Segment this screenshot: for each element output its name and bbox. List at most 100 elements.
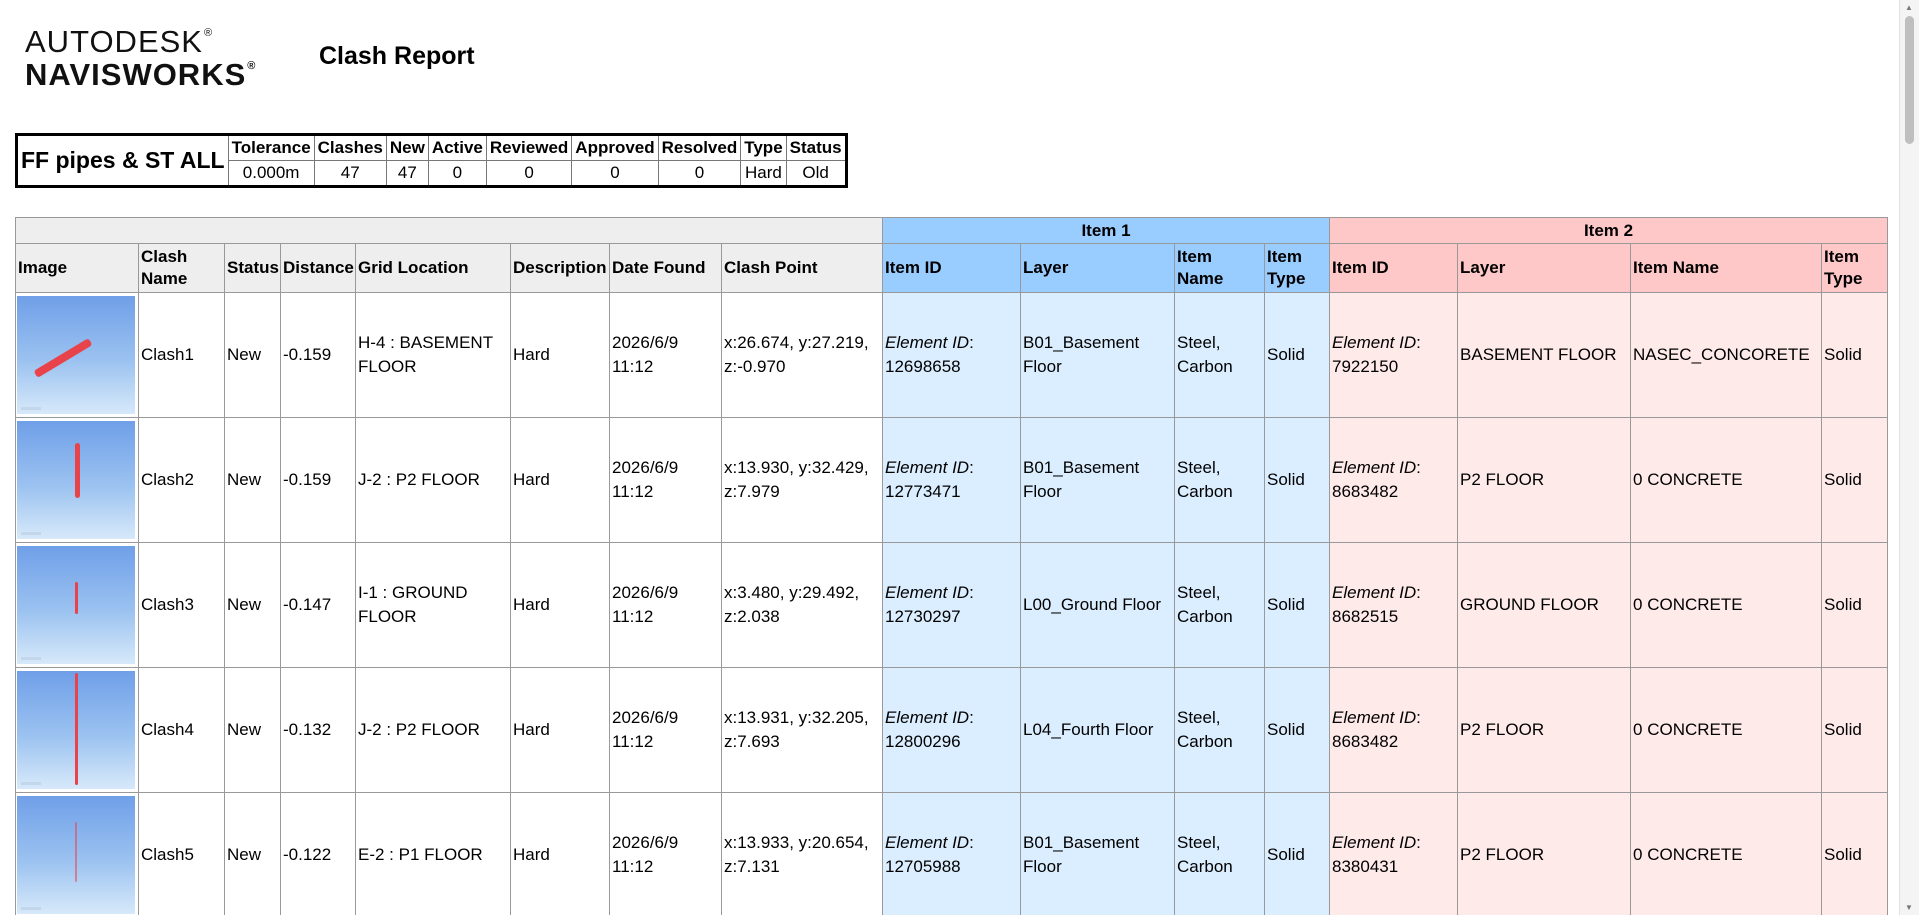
logo-registered-mark: ® [247, 60, 257, 72]
summary-header: Reviewed [485, 134, 573, 161]
item1-layer: B01_Basement Floor [1020, 792, 1175, 915]
column-header-item1-type: Item Type [1263, 243, 1331, 293]
summary-header: Active [427, 134, 487, 161]
clash-name: Clash4 [138, 667, 225, 793]
clash-results-table: Item 1 Item 2 Image Clash Name Status Di… [15, 217, 1889, 915]
item2-type: Solid [1821, 667, 1889, 793]
report-page: AUTODESK® NAVISWORKS® Clash Report FF pi… [0, 0, 1900, 915]
element-id-label: Element ID [885, 458, 970, 477]
item2-name: 0 CONCRETE [1630, 667, 1823, 793]
clash-status: New [224, 667, 281, 793]
table-row: Clash1 New -0.159 H-4 : BASEMENT FLOOR H… [15, 292, 1889, 418]
item1-element-id: Element ID: 12705988 [882, 792, 1021, 915]
item1-type: Solid [1263, 667, 1331, 793]
item2-type: Solid [1821, 292, 1889, 418]
summary-value: Old [785, 160, 847, 187]
column-header-item2-name: Item Name [1630, 243, 1823, 293]
column-header-distance: Distance [280, 243, 356, 293]
element-id-label: Element ID [885, 583, 970, 602]
element-id-label: Element ID [1332, 458, 1417, 477]
item2-layer: P2 FLOOR [1457, 792, 1632, 915]
clash-thumbnail[interactable] [17, 546, 135, 664]
clash-grid-location: H-4 : BASEMENT FLOOR [355, 292, 511, 418]
summary-header: Approved [571, 134, 659, 161]
item2-element-id: Element ID: 7922150 [1329, 292, 1459, 418]
vertical-scrollbar[interactable]: ▲ ▼ [1899, 0, 1919, 915]
clash-point: x:13.930, y:32.429, z:7.979 [721, 417, 883, 543]
table-row: Clash4 New -0.132 J-2 : P2 FLOOR Hard 20… [15, 667, 1889, 793]
thumbnail-marker [21, 407, 41, 410]
group-header-item1: Item 1 [881, 217, 1331, 244]
item1-layer: L04_Fourth Floor [1020, 667, 1175, 793]
column-header-item1-name: Item Name [1174, 243, 1265, 293]
clash-distance: -0.147 [280, 542, 356, 668]
item1-element-id: Element ID: 12773471 [882, 417, 1021, 543]
item2-layer: P2 FLOOR [1457, 417, 1632, 543]
clash-point: x:26.674, y:27.219, z:-0.970 [721, 292, 883, 418]
element-id-value: 8683482 [1332, 732, 1399, 751]
clash-image-cell [15, 667, 139, 793]
clash-description: Hard [510, 542, 610, 668]
logo-line2: NAVISWORKS [25, 57, 247, 92]
item1-name: Steel, Carbon [1174, 792, 1265, 915]
item1-type: Solid [1263, 792, 1331, 915]
thumbnail-marker [21, 532, 41, 535]
clash-pipe-shape [75, 822, 77, 882]
item2-type: Solid [1821, 417, 1889, 543]
summary-value: Hard [740, 160, 787, 187]
thumbnail-marker [21, 782, 41, 785]
item2-name: 0 CONCRETE [1630, 542, 1823, 668]
item1-type: Solid [1263, 292, 1331, 418]
clash-date-found: 2026/6/9 11:12 [609, 667, 722, 793]
element-id-value: 12800296 [885, 732, 961, 751]
item1-layer: B01_Basement Floor [1020, 417, 1175, 543]
clash-thumbnail[interactable] [17, 796, 135, 914]
summary-value: 0 [485, 160, 573, 187]
clash-thumbnail[interactable] [17, 671, 135, 789]
element-id-value: 8380431 [1332, 857, 1399, 876]
scrollbar-thumb[interactable] [1905, 16, 1914, 144]
summary-value: 47 [313, 160, 387, 187]
clash-name: Clash5 [138, 792, 225, 915]
clash-status: New [224, 542, 281, 668]
scroll-down-icon[interactable]: ▼ [1905, 903, 1913, 912]
element-id-value: 12705988 [885, 857, 961, 876]
clash-grid-location: J-2 : P2 FLOOR [355, 667, 511, 793]
column-header-clash-name: Clash Name [138, 243, 225, 293]
summary-value: 0 [657, 160, 742, 187]
item1-layer: L00_Ground Floor [1020, 542, 1175, 668]
item2-element-id: Element ID: 8683482 [1329, 667, 1459, 793]
column-header-item2-type: Item Type [1821, 243, 1889, 293]
clash-distance: -0.132 [280, 667, 356, 793]
element-id-value: 12773471 [885, 482, 961, 501]
logo-registered-mark: ® [203, 27, 214, 39]
clash-status: New [224, 292, 281, 418]
item2-layer: GROUND FLOOR [1457, 542, 1632, 668]
clash-thumbnail[interactable] [17, 421, 135, 539]
clash-distance: -0.159 [280, 292, 356, 418]
element-id-value: 8683482 [1332, 482, 1399, 501]
scroll-up-icon[interactable]: ▲ [1905, 3, 1913, 12]
element-id-value: 7922150 [1332, 357, 1399, 376]
item2-element-id: Element ID: 8683482 [1329, 417, 1459, 543]
column-header-status: Status [224, 243, 281, 293]
autodesk-navisworks-logo: AUTODESK® NAVISWORKS® [25, 26, 256, 90]
item2-element-id: Element ID: 8682515 [1329, 542, 1459, 668]
clash-grid-location: J-2 : P2 FLOOR [355, 417, 511, 543]
item1-name: Steel, Carbon [1174, 292, 1265, 418]
column-header-grid-location: Grid Location [355, 243, 511, 293]
table-row: Clash3 New -0.147 I-1 : GROUND FLOOR Har… [15, 542, 1889, 668]
clash-image-cell [15, 417, 139, 543]
thumbnail-marker [21, 907, 41, 910]
clash-pipe-shape [33, 338, 93, 378]
clash-thumbnail[interactable] [17, 296, 135, 414]
logo-line1: AUTODESK [25, 24, 203, 59]
clash-date-found: 2026/6/9 11:12 [609, 792, 722, 915]
clash-date-found: 2026/6/9 11:12 [609, 542, 722, 668]
clash-pipe-shape [75, 582, 78, 614]
column-header-item1-id: Item ID [882, 243, 1021, 293]
clash-name: Clash3 [138, 542, 225, 668]
clash-distance: -0.159 [280, 417, 356, 543]
column-header-image: Image [15, 243, 139, 293]
clash-description: Hard [510, 792, 610, 915]
